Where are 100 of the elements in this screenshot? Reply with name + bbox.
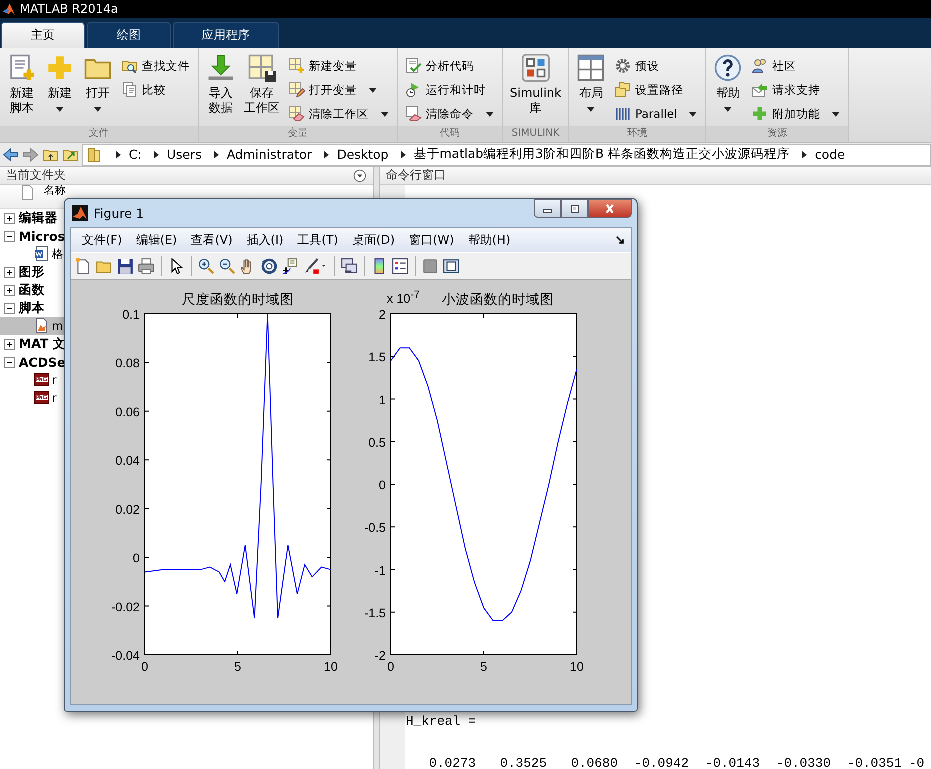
ribbon-button[interactable]: 导入 数据 xyxy=(203,54,239,116)
restore-icon xyxy=(568,204,580,214)
output-value: 0.0680 xyxy=(570,755,618,769)
collapse-icon[interactable] xyxy=(4,230,15,242)
tick-label: 10 xyxy=(324,660,338,674)
breadcrumb-item[interactable]: C: xyxy=(129,147,142,162)
ribbon-button[interactable]: 运行和计时 xyxy=(406,80,494,100)
new-document-icon[interactable] xyxy=(75,258,92,274)
grid-disk-icon xyxy=(248,54,276,82)
zoom-in-icon[interactable] xyxy=(198,258,215,274)
tree-group[interactable]: 函数 xyxy=(19,282,45,298)
ribbon-tab[interactable]: 绘图 xyxy=(87,22,171,48)
ribbon-button[interactable]: 社区 xyxy=(752,56,840,76)
output-value: 0.3525 xyxy=(499,755,547,769)
ribbon-button[interactable]: 布局 xyxy=(573,54,610,112)
tick-label: -2 xyxy=(374,649,386,663)
panel-title: 当前文件夹 xyxy=(6,167,66,184)
blocks-icon xyxy=(522,54,550,82)
tree-group[interactable]: MAT 文 xyxy=(19,336,66,352)
breadcrumb-item[interactable]: code xyxy=(815,147,846,162)
ribbon-button[interactable]: 打开变量 xyxy=(289,80,389,100)
dropdown-circle-icon[interactable] xyxy=(353,168,367,182)
square-icon[interactable] xyxy=(422,258,439,274)
plus-icon xyxy=(752,106,768,122)
ribbon-button[interactable]: 新建变量 xyxy=(289,56,389,76)
close-button[interactable] xyxy=(588,199,632,218)
grid-plus-icon xyxy=(289,58,305,74)
output-value: -0 xyxy=(909,755,925,769)
brush-icon[interactable] xyxy=(303,258,320,274)
group-label: 代码 xyxy=(398,126,502,142)
ribbon-tab[interactable]: 主页 xyxy=(1,22,85,48)
ribbon-button[interactable]: Simulink 库 xyxy=(507,54,564,116)
expand-icon[interactable] xyxy=(4,266,15,278)
expand-icon[interactable] xyxy=(4,338,15,350)
tree-group[interactable]: ACDSe xyxy=(19,354,66,370)
expand-icon[interactable] xyxy=(4,212,15,224)
legend-icon[interactable] xyxy=(392,258,409,274)
ribbon-button[interactable]: 新建 xyxy=(42,54,78,112)
tick-label: 0 xyxy=(142,660,148,674)
separator-icon xyxy=(400,150,406,158)
menu-item[interactable]: 窗口(W) xyxy=(402,232,462,248)
axis-exponent: x 10$^{-7}$ xyxy=(387,290,420,306)
ribbon-button[interactable]: 打开 xyxy=(80,54,116,112)
dock-arrow-icon[interactable] xyxy=(616,236,625,244)
tick-label: 0.06 xyxy=(116,405,140,420)
zoom-out-icon[interactable] xyxy=(219,258,236,274)
breadcrumb-item[interactable]: Administrator xyxy=(226,147,312,162)
breadcrumb-item[interactable]: 基于matlab编程利用3阶和四阶B 样条函数构造正交小波源码程序 xyxy=(414,146,790,163)
ribbon-button[interactable]: 比较 xyxy=(122,80,190,100)
back-arrow-icon[interactable] xyxy=(2,146,20,162)
data-cursor-icon[interactable] xyxy=(282,258,299,274)
ribbon-button[interactable]: 附加功能 xyxy=(752,104,840,124)
ribbon-button[interactable]: 分析代码 xyxy=(406,56,494,76)
ribbon-button[interactable]: 清除命令 xyxy=(406,104,494,124)
group-label: 文件 xyxy=(0,126,198,142)
tick-label: 0.5 xyxy=(368,436,386,450)
tree-group[interactable]: 图形 xyxy=(19,264,45,280)
tick-label: 0 xyxy=(379,478,386,492)
ribbon-button[interactable]: 清除工作区 xyxy=(289,104,389,124)
printer-icon[interactable] xyxy=(138,258,155,274)
ribbon-button[interactable]: 设置路径 xyxy=(615,80,698,100)
plus-icon xyxy=(46,54,74,82)
group-label: SIMULINK xyxy=(503,126,568,142)
ribbon-tab[interactable]: 应用程序 xyxy=(173,22,279,48)
document-check-icon xyxy=(406,58,422,74)
envelope-arrow-icon xyxy=(752,82,768,98)
separator-icon xyxy=(214,150,219,158)
ribbon-button[interactable]: 预设 xyxy=(615,56,698,76)
expand-icon[interactable] xyxy=(4,284,15,296)
linked-windows-icon[interactable] xyxy=(341,258,358,274)
maximize-button[interactable] xyxy=(561,199,588,218)
gear-icon xyxy=(615,58,632,74)
folder-magnifier-icon xyxy=(122,58,138,74)
ribbon-button[interactable]: 新建 脚本 xyxy=(4,54,40,116)
grid-eraser-icon xyxy=(289,106,305,122)
tick-label: -0.5 xyxy=(364,521,386,536)
tree-group[interactable]: 脚本 xyxy=(19,300,45,316)
collapse-icon[interactable] xyxy=(4,302,15,314)
people-icon xyxy=(752,58,768,74)
tree-group[interactable]: Micros xyxy=(19,228,66,244)
breadcrumb-item[interactable]: Desktop xyxy=(337,147,389,162)
ribbon-button[interactable]: 查找文件 xyxy=(122,56,190,76)
file-row[interactable]: r xyxy=(0,389,373,407)
file-row[interactable]: r xyxy=(0,371,373,389)
peak-logo-icon xyxy=(72,205,88,221)
ribbon-button[interactable]: 请求支持 xyxy=(752,80,840,100)
collapse-icon[interactable] xyxy=(4,356,15,368)
ribbon-button[interactable]: Parallel xyxy=(615,104,698,124)
minimize-button[interactable] xyxy=(534,199,561,218)
menu-item[interactable]: 帮助(H) xyxy=(461,232,518,248)
path-field[interactable]: C: Users Administrator Desktop 基于matlab编程利用3阶和四阶B 样条函数构造正交小波源码程序 code xyxy=(82,144,931,166)
ribbon-button[interactable]: 帮助 xyxy=(710,54,746,112)
separator-icon xyxy=(116,150,121,158)
eraser-icon xyxy=(406,106,422,122)
breadcrumb-item[interactable]: Users xyxy=(166,147,202,162)
tree-group[interactable]: 编辑器 xyxy=(19,210,58,226)
ribbon-button[interactable]: 保存 工作区 xyxy=(241,54,283,116)
rotate-icon[interactable] xyxy=(261,258,278,274)
window-frame-icon[interactable] xyxy=(443,258,460,274)
chart-title: 尺度函数的时域图 xyxy=(182,292,294,308)
